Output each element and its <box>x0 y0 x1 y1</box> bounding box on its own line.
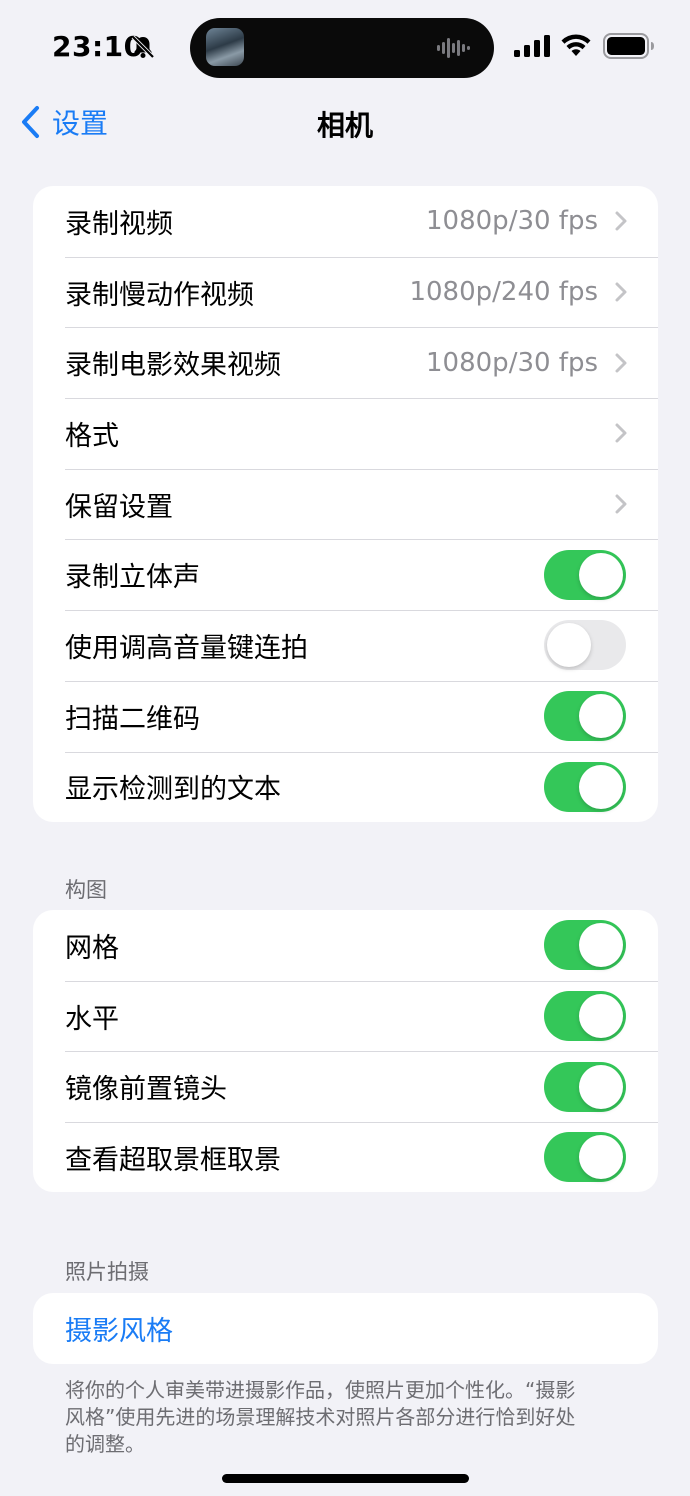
setting-label: 录制慢动作视频 <box>65 279 254 311</box>
dynamic-island[interactable] <box>190 18 494 78</box>
setting-label: 查看超取景框取景 <box>65 1144 281 1176</box>
setting-label: 使用调高音量键连拍 <box>65 632 308 664</box>
chevron-right-icon <box>615 211 627 231</box>
toggle-knob <box>579 552 623 597</box>
setting-row-volume-up-burst: 使用调高音量键连拍 <box>33 610 658 681</box>
setting-label: 镜像前置镜头 <box>65 1074 227 1106</box>
toggle-knob <box>579 694 623 739</box>
setting-label: 保留设置 <box>65 491 173 523</box>
photographic-styles-row[interactable]: 摄影风格 <box>33 1293 658 1364</box>
chevron-right-icon <box>615 423 627 443</box>
setting-label: 录制视频 <box>65 208 173 240</box>
chevron-right-icon <box>615 282 627 302</box>
setting-row-mirror-front-camera: 镜像前置镜头 <box>33 1051 658 1122</box>
grid-toggle[interactable] <box>544 920 626 971</box>
setting-value: 1080p/30 fps <box>426 206 598 237</box>
setting-row-record-cinematic[interactable]: 录制电影效果视频 1080p/30 fps <box>33 327 658 398</box>
show-detected-text-toggle[interactable] <box>544 761 626 812</box>
chevron-right-icon <box>615 353 627 373</box>
wifi-icon <box>561 34 591 56</box>
photographic-styles-footer: 将你的个人审美带进摄影作品，使照片更加个性化。“摄影风格”使用先进的场景理解技术… <box>65 1378 576 1456</box>
scan-qr-toggle[interactable] <box>544 691 626 742</box>
setting-label: 网格 <box>65 932 119 964</box>
video-settings-group: 录制视频 1080p/30 fps 录制慢动作视频 1080p/240 fps … <box>33 186 658 822</box>
page-title: 相机 <box>316 109 373 142</box>
volume-up-burst-toggle[interactable] <box>544 620 626 671</box>
mirror-front-camera-toggle[interactable] <box>544 1061 626 1112</box>
setting-row-preserve-settings[interactable]: 保留设置 <box>33 468 658 540</box>
setting-row-scan-qr: 扫描二维码 <box>33 680 658 752</box>
record-stereo-toggle[interactable] <box>544 549 626 600</box>
bell-slash-icon <box>131 35 155 59</box>
photo-capture-group: 摄影风格 <box>33 1293 658 1364</box>
setting-row-view-outside-frame: 查看超取景框取景 <box>33 1122 658 1192</box>
home-indicator[interactable] <box>222 1474 469 1483</box>
level-toggle[interactable] <box>544 991 626 1042</box>
toggle-knob <box>579 994 623 1039</box>
setting-value: 1080p/30 fps <box>426 347 598 378</box>
setting-label: 显示检测到的文本 <box>65 774 281 806</box>
setting-row-record-video[interactable]: 录制视频 1080p/30 fps <box>33 186 658 257</box>
setting-value: 1080p/240 fps <box>409 277 598 308</box>
cellular-signal-icon <box>514 35 550 57</box>
toggle-knob <box>579 1064 623 1109</box>
setting-label: 录制电影效果视频 <box>65 350 281 382</box>
audio-waveform-icon <box>437 38 470 58</box>
toggle-knob <box>579 764 623 809</box>
setting-label: 格式 <box>65 420 119 452</box>
view-outside-frame-toggle[interactable] <box>544 1132 626 1183</box>
status-bar: 23:10 <box>0 0 690 95</box>
setting-row-show-detected-text: 显示检测到的文本 <box>33 751 658 823</box>
setting-row-record-stereo: 录制立体声 <box>33 539 658 610</box>
now-playing-thumbnail[interactable] <box>206 28 244 66</box>
battery-icon <box>603 33 654 59</box>
toggle-knob <box>547 623 591 668</box>
photographic-styles-link[interactable]: 摄影风格 <box>65 1309 173 1348</box>
composition-group: 网格 水平 镜像前置镜头 查看超取景框取景 <box>33 910 658 1192</box>
composition-header: 构图 <box>65 878 107 902</box>
setting-label: 水平 <box>65 1003 119 1035</box>
setting-label: 扫描二维码 <box>65 703 200 735</box>
setting-row-formats[interactable]: 格式 <box>33 398 658 469</box>
setting-row-record-slo-mo[interactable]: 录制慢动作视频 1080p/240 fps <box>33 256 658 328</box>
setting-label: 录制立体声 <box>65 562 200 594</box>
toggle-knob <box>579 923 623 968</box>
setting-row-grid: 网格 <box>33 910 658 981</box>
setting-row-level: 水平 <box>33 980 658 1052</box>
toggle-knob <box>579 1135 623 1180</box>
photo-capture-header: 照片拍摄 <box>65 1260 149 1284</box>
chevron-right-icon <box>615 494 627 514</box>
